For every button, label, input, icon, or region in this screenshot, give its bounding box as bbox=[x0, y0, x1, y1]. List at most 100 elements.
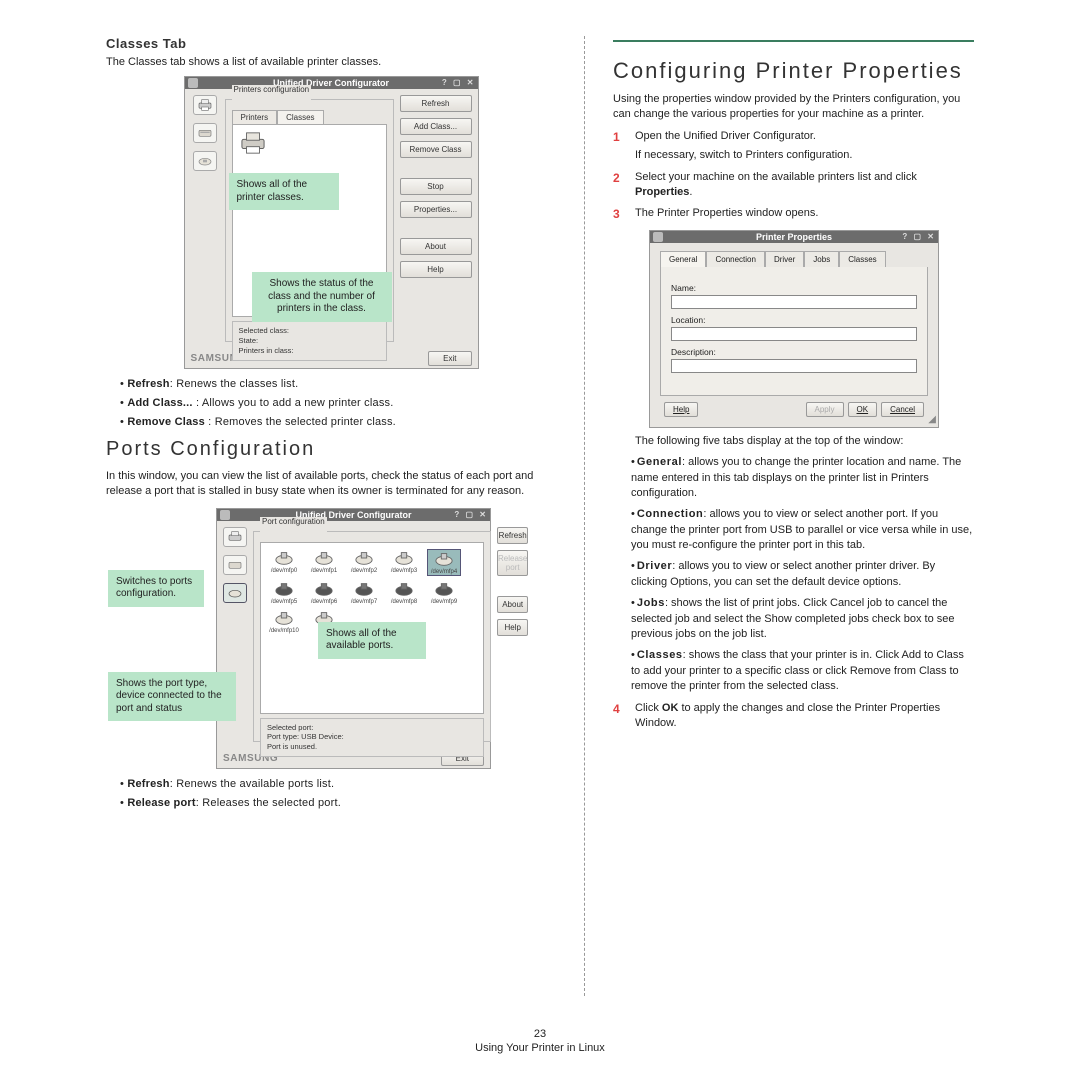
step-1: 1 Open the Unified Driver Configurator. … bbox=[613, 129, 974, 164]
td-driver-text: : allows you to view or select another p… bbox=[631, 560, 935, 587]
scanners-icon[interactable] bbox=[193, 123, 217, 143]
pp-tab-jobs[interactable]: Jobs bbox=[804, 251, 839, 267]
ports-icon-active[interactable] bbox=[223, 583, 247, 603]
port-item[interactable]: /dev/mfp3 bbox=[387, 549, 421, 576]
port-item[interactable]: /dev/mfp6 bbox=[307, 580, 341, 605]
note-refresh-term: Refresh bbox=[127, 778, 169, 790]
step-1b: If necessary, switch to Printers configu… bbox=[635, 148, 974, 163]
resize-grip-icon[interactable]: ◢ bbox=[928, 414, 936, 425]
ports-list-panel: /dev/mfp0/dev/mfp1/dev/mfp2/dev/mfp3/dev… bbox=[260, 542, 484, 714]
printer-class-icon bbox=[239, 131, 267, 155]
port-item[interactable]: /dev/mfp2 bbox=[347, 549, 381, 576]
step-4a: Click bbox=[635, 702, 662, 714]
step-2b: Properties bbox=[635, 186, 689, 198]
configurator-sidebar bbox=[191, 95, 219, 342]
selected-class-title: Selected class: bbox=[239, 326, 380, 336]
selected-class-printers: Printers in class: bbox=[239, 346, 380, 356]
pp-label-location: Location: bbox=[671, 315, 917, 325]
footer-caption: Using Your Printer in Linux bbox=[475, 1042, 605, 1054]
configuring-intro: Using the properties window provided by … bbox=[613, 92, 974, 123]
callout-printer-classes: Shows all of the printer classes. bbox=[229, 173, 339, 210]
window-titlebar: Unified Driver Configurator ? ▢ ✕ bbox=[185, 77, 478, 89]
pp-tab-connection[interactable]: Connection bbox=[706, 251, 764, 267]
pp-tab-classes[interactable]: Classes bbox=[839, 251, 885, 267]
release-port-button[interactable]: Release port bbox=[497, 550, 528, 576]
port-item[interactable]: /dev/mfp0 bbox=[267, 549, 301, 576]
step-1a: Open the Unified Driver Configurator. bbox=[635, 130, 816, 142]
td-classes-term: Classes bbox=[637, 649, 683, 661]
td-connection-term: Connection bbox=[637, 508, 704, 520]
step-4: 4 Click OK to apply the changes and clos… bbox=[613, 701, 974, 732]
port-item[interactable]: /dev/mfp7 bbox=[347, 580, 381, 605]
selected-port-type: Port type: USB Device: bbox=[267, 732, 477, 742]
step-4b: OK bbox=[662, 702, 679, 714]
port-item[interactable]: /dev/mfp10 bbox=[267, 609, 301, 634]
help-button[interactable]: Help bbox=[400, 261, 472, 278]
pp-help-button[interactable]: Help bbox=[664, 402, 698, 417]
stop-button[interactable]: Stop bbox=[400, 178, 472, 195]
group-label: Printers configuration bbox=[232, 85, 312, 94]
note-addclass-text: : Allows you to add a new printer class. bbox=[193, 397, 394, 409]
callout-switch-ports: Switches to ports configuration. bbox=[108, 570, 204, 607]
window-controls[interactable]: ? ▢ ✕ bbox=[454, 510, 488, 519]
printers-icon[interactable] bbox=[223, 527, 247, 547]
pp-cancel-button[interactable]: Cancel bbox=[881, 402, 924, 417]
page-number: 23 bbox=[0, 1028, 1080, 1040]
pp-label-name: Name: bbox=[671, 283, 917, 293]
port-item[interactable]: /dev/mfp5 bbox=[267, 580, 301, 605]
remove-class-button[interactable]: Remove Class bbox=[400, 141, 472, 158]
window-controls[interactable]: ? ▢ ✕ bbox=[442, 78, 476, 87]
configuring-heading: Configuring Printer Properties bbox=[613, 40, 974, 84]
page-footer: 23 Using Your Printer in Linux bbox=[0, 1028, 1080, 1054]
about-button[interactable]: About bbox=[497, 596, 528, 613]
pp-tab-general[interactable]: General bbox=[660, 251, 706, 267]
figure-classes-configurator: Unified Driver Configurator ? ▢ ✕ Printe… bbox=[184, 76, 479, 369]
td-driver-term: Driver bbox=[637, 560, 672, 572]
pp-titlebar: Printer Properties ? ▢ ✕ bbox=[650, 231, 938, 243]
ports-icon[interactable] bbox=[193, 151, 217, 171]
pp-input-location[interactable] bbox=[671, 327, 917, 341]
port-item[interactable]: /dev/mfp8 bbox=[387, 580, 421, 605]
refresh-button[interactable]: Refresh bbox=[497, 527, 528, 544]
pp-apply-button[interactable]: Apply bbox=[806, 402, 844, 417]
help-button[interactable]: Help bbox=[497, 619, 528, 636]
tab-printers[interactable]: Printers bbox=[232, 110, 278, 124]
port-item[interactable]: /dev/mfp1 bbox=[307, 549, 341, 576]
selected-port-status: Port is unused. bbox=[267, 742, 477, 752]
figure-ports-configurator: Switches to ports configuration. Shows t… bbox=[216, 508, 556, 769]
step-2c: . bbox=[689, 186, 692, 198]
add-class-button[interactable]: Add Class... bbox=[400, 118, 472, 135]
step-3: 3 The Printer Properties window opens. bbox=[613, 206, 974, 221]
step-2: 2 Select your machine on the available p… bbox=[613, 170, 974, 201]
port-item[interactable]: /dev/mfp4 bbox=[427, 549, 461, 576]
tab-classes[interactable]: Classes bbox=[277, 110, 323, 124]
about-button[interactable]: About bbox=[400, 238, 472, 255]
app-icon bbox=[220, 510, 230, 520]
scanners-icon[interactable] bbox=[223, 555, 247, 575]
pp-tab-driver[interactable]: Driver bbox=[765, 251, 804, 267]
td-general-term: General bbox=[637, 456, 682, 468]
step-3-text: The Printer Properties window opens. bbox=[635, 207, 818, 219]
note-refresh-text: : Renews the available ports list. bbox=[170, 778, 335, 790]
right-column: Configuring Printer Properties Using the… bbox=[597, 36, 990, 996]
pp-label-description: Description: bbox=[671, 347, 917, 357]
left-column: Classes Tab The Classes tab shows a list… bbox=[90, 36, 572, 996]
ports-config-intro: In this window, you can view the list of… bbox=[106, 469, 556, 500]
classes-tab-intro: The Classes tab shows a list of availabl… bbox=[106, 55, 556, 70]
window-controls[interactable]: ? ▢ ✕ bbox=[902, 232, 936, 241]
properties-button[interactable]: Properties... bbox=[400, 201, 472, 218]
selected-port-box: Selected port: Port type: USB Device: Po… bbox=[260, 718, 484, 757]
td-jobs-text: : shows the list of print jobs. Click Ca… bbox=[631, 597, 954, 640]
exit-button[interactable]: Exit bbox=[428, 351, 471, 366]
pp-input-name[interactable] bbox=[671, 295, 917, 309]
pp-window-title: Printer Properties bbox=[756, 232, 832, 242]
selected-class-box: Selected class: State: Printers in class… bbox=[232, 321, 387, 360]
pp-ok-button[interactable]: OK bbox=[848, 402, 878, 417]
refresh-button[interactable]: Refresh bbox=[400, 95, 472, 112]
classes-tab-heading: Classes Tab bbox=[106, 36, 556, 51]
port-item[interactable]: /dev/mfp9 bbox=[427, 580, 461, 605]
printers-icon[interactable] bbox=[193, 95, 217, 115]
app-icon bbox=[653, 232, 663, 242]
step-4c: to apply the changes and close the Print… bbox=[635, 702, 940, 729]
pp-input-description[interactable] bbox=[671, 359, 917, 373]
